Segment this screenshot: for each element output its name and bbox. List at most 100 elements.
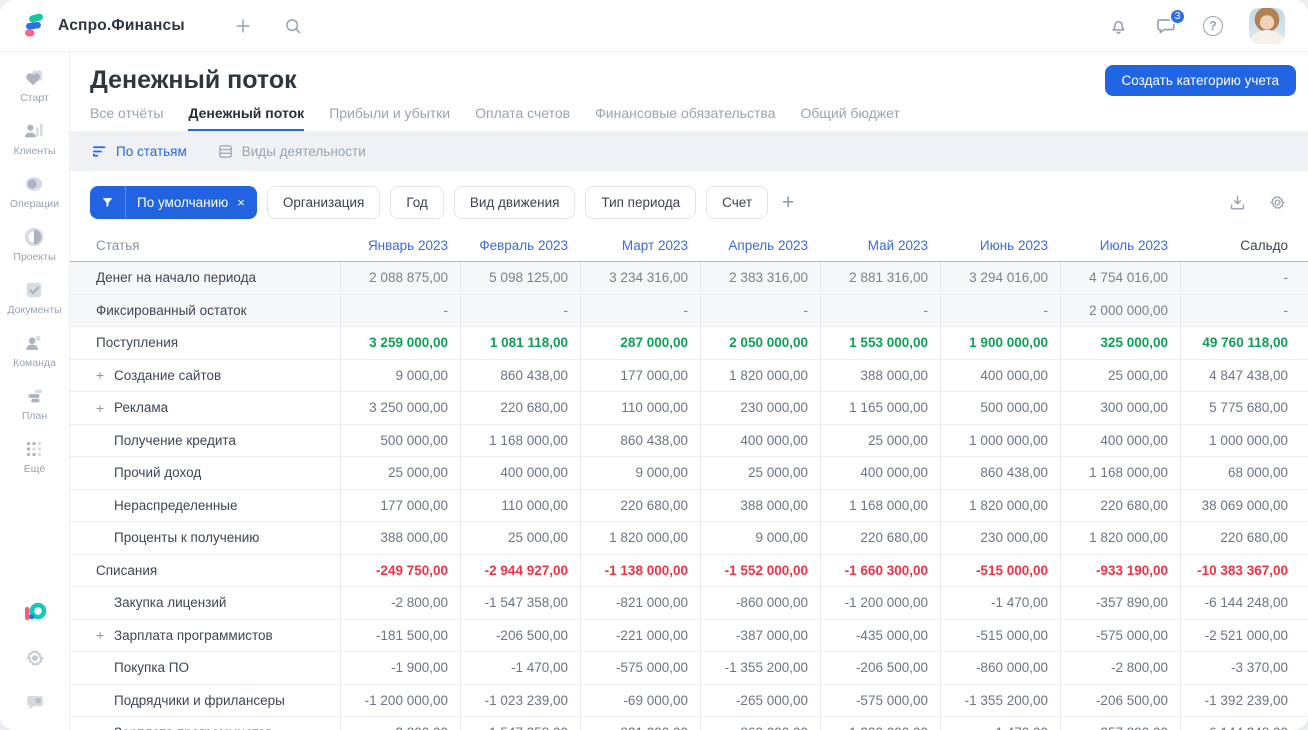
filter-funnel-icon xyxy=(90,186,126,219)
column-header-month[interactable]: Июнь 2023 xyxy=(940,238,1060,253)
month-value-cell: 860 438,00 xyxy=(580,424,700,456)
sidebar-item-label: Ещё xyxy=(23,463,46,475)
user-avatar[interactable] xyxy=(1249,7,1285,44)
month-value-cell: 500 000,00 xyxy=(340,424,460,456)
quick-create-button[interactable] xyxy=(233,16,253,36)
month-value-cell: - xyxy=(820,294,940,326)
table-row[interactable]: Подрядчики и фрилансеры -1 200 000,00 -1 0… xyxy=(70,684,1308,717)
column-header-month[interactable]: Январь 2023 xyxy=(340,238,460,253)
messages-icon[interactable]: 3 xyxy=(1155,7,1186,37)
support-chat-icon[interactable] xyxy=(24,692,46,714)
report-tab[interactable]: Денежный поток xyxy=(188,105,305,132)
table-row[interactable]: Получение кредита 500 000,00 1 168 000,00 8… xyxy=(70,424,1308,457)
expand-row-icon[interactable]: + xyxy=(96,367,114,383)
month-value-cell: 400 000,00 xyxy=(1060,424,1180,456)
filter-chip[interactable]: Организация xyxy=(266,186,381,219)
row-label: Зарплата программистов xyxy=(114,725,273,730)
expand-row-icon[interactable]: + xyxy=(96,725,114,730)
row-label-cell: Покупка ПО xyxy=(70,652,340,684)
operations-icon xyxy=(23,173,45,195)
add-filter-icon[interactable]: + xyxy=(782,192,794,213)
month-value-cell: -1 138 000,00 xyxy=(580,554,700,586)
month-value-cell: 1 000 000,00 xyxy=(940,424,1060,456)
saldo-value-cell: 38 069 000,00 xyxy=(1180,489,1308,521)
table-row[interactable]: Покупка ПО -1 900,00 -1 470,00 -575 000,00-… xyxy=(70,652,1308,685)
table-row[interactable]: Денег на начало периода 2 088 875,00 5 098… xyxy=(70,262,1308,295)
app-window: Аспро.Финансы 3 Старт Клиенты Операции Прое… xyxy=(0,0,1308,730)
column-header-month[interactable]: Апрель 2023 xyxy=(700,238,820,253)
main-content: Денежный поток Создать категорию учета В… xyxy=(70,52,1308,730)
sidebar-item-plan[interactable]: План xyxy=(7,385,61,422)
table-row[interactable]: + Создание сайтов 9 000,00 860 438,00 177 00… xyxy=(70,359,1308,392)
table-row[interactable]: Прочий доход 25 000,00 400 000,00 9 000,00 2… xyxy=(70,457,1308,490)
sidebar-item-more[interactable]: Ещё xyxy=(7,438,61,475)
month-value-cell: -2 800,00 xyxy=(340,717,460,730)
download-icon[interactable] xyxy=(1228,193,1247,212)
sidebar-item-start[interactable]: Старт xyxy=(7,67,61,104)
view-tab-by-articles[interactable]: По статьям xyxy=(91,143,187,160)
month-value-cell: -2 944 927,00 xyxy=(460,554,580,586)
saldo-value-cell: -6 144 248,00 xyxy=(1180,587,1308,619)
month-value-cell: -1 900,00 xyxy=(340,652,460,684)
team-icon xyxy=(23,332,45,354)
table-row[interactable]: Фиксированный остаток - - - - - -2 000 000,00- xyxy=(70,294,1308,327)
sidebar-item-documents[interactable]: Документы xyxy=(7,279,62,316)
report-tab[interactable]: Оплата счетов xyxy=(475,105,570,132)
month-value-cell: 4 754 016,00 xyxy=(1060,262,1180,294)
column-header-month[interactable]: Март 2023 xyxy=(580,238,700,253)
saldo-value-cell: -6 144 248,00 xyxy=(1180,717,1308,730)
month-value-cell: 230 000,00 xyxy=(700,392,820,424)
sidebar-item-clients[interactable]: Клиенты xyxy=(7,120,61,157)
month-value-cell: -1 023 239,00 xyxy=(460,684,580,716)
create-category-button[interactable]: Создать категорию учета xyxy=(1104,65,1296,96)
table-row[interactable]: +Зарплата программистов-2 800,00-1 547 3… xyxy=(70,717,1308,730)
month-value-cell: 110 000,00 xyxy=(460,489,580,521)
month-value-cell: 400 000,00 xyxy=(940,359,1060,391)
settings-gear-icon[interactable] xyxy=(24,647,46,669)
month-value-cell: 2 383 316,00 xyxy=(700,262,820,294)
row-label: Подрядчики и фрилансеры xyxy=(114,692,285,708)
filter-chip[interactable]: Счет xyxy=(706,186,769,219)
report-tab[interactable]: Прибыли и убытки xyxy=(329,105,450,132)
month-value-cell: 1 900 000,00 xyxy=(940,327,1060,359)
month-value-cell: -206 500,00 xyxy=(820,652,940,684)
column-header-month[interactable]: Февраль 2023 xyxy=(460,238,580,253)
aspro-mini-logo-icon[interactable] xyxy=(23,600,47,624)
report-tab[interactable]: Все отчёты xyxy=(90,105,163,132)
sidebar-item-projects[interactable]: Проекты xyxy=(7,226,61,263)
table-row[interactable]: Поступления 3 259 000,00 1 081 118,00 287 0… xyxy=(70,327,1308,360)
view-tab-by-activity[interactable]: Виды деятельности xyxy=(217,143,366,160)
table-row[interactable]: Нераспределенные 177 000,00 110 000,00 220 … xyxy=(70,489,1308,522)
saldo-value-cell: -10 383 367,00 xyxy=(1180,554,1308,586)
expand-row-icon[interactable]: + xyxy=(96,627,114,643)
help-icon[interactable] xyxy=(1203,15,1223,36)
saldo-value-cell: 1 000 000,00 xyxy=(1180,424,1308,456)
row-label-cell: Проценты к получению xyxy=(70,522,340,554)
notifications-bell-icon[interactable] xyxy=(1108,15,1129,36)
filter-chip[interactable]: Вид движения xyxy=(453,186,576,219)
filter-chip[interactable]: Год xyxy=(390,186,444,219)
brand[interactable]: Аспро.Финансы xyxy=(22,13,185,39)
table-row[interactable]: Списания -249 750,00 -2 944 927,00 -1 138 0… xyxy=(70,554,1308,587)
sidebar-item-team[interactable]: Команда xyxy=(7,332,61,369)
table-row[interactable]: + Реклама 3 250 000,00 220 680,00 110 000,00… xyxy=(70,392,1308,425)
month-value-cell: 287 000,00 xyxy=(580,327,700,359)
month-value-cell: 5 098 125,00 xyxy=(460,262,580,294)
remove-filter-icon[interactable]: × xyxy=(237,195,257,210)
report-tab[interactable]: Общий бюджет xyxy=(800,105,899,132)
column-header-month[interactable]: Июль 2023 xyxy=(1060,238,1180,253)
search-icon[interactable] xyxy=(283,16,303,36)
report-tab[interactable]: Финансовые обязательства xyxy=(595,105,775,132)
month-value-cell: -933 190,00 xyxy=(1060,554,1180,586)
table-row[interactable]: + Зарплата программистов -181 500,00 -206 5… xyxy=(70,619,1308,652)
month-value-cell: 9 000,00 xyxy=(340,359,460,391)
column-header-month[interactable]: Май 2023 xyxy=(820,238,940,253)
table-row[interactable]: Проценты к получению 388 000,00 25 000,00 1… xyxy=(70,522,1308,555)
filter-chip[interactable]: Тип периода xyxy=(585,186,697,219)
sidebar-item-operations[interactable]: Операции xyxy=(7,173,61,210)
default-filter-chip[interactable]: По умолчанию × xyxy=(90,186,257,219)
table-settings-gear-icon[interactable] xyxy=(1268,193,1287,212)
table-row[interactable]: Закупка лицензий -2 800,00 -1 547 358,00 -8… xyxy=(70,587,1308,620)
expand-row-icon[interactable]: + xyxy=(96,400,114,416)
month-value-cell: -1 200 000,00 xyxy=(340,684,460,716)
